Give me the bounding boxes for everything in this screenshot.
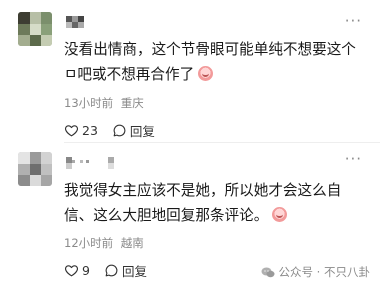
comment-actions: 23 回复 [64, 121, 155, 140]
comment-location: 重庆 [120, 96, 144, 110]
reply-icon [105, 264, 118, 277]
watermark: 公众号 · 不只八卦 [261, 264, 370, 280]
username-mosaic[interactable] [66, 16, 86, 28]
avatar[interactable] [18, 152, 52, 186]
heart-icon [65, 265, 78, 277]
reply-button[interactable]: 回复 [104, 261, 147, 280]
more-options-icon[interactable]: ··· [345, 152, 362, 167]
comment-location: 越南 [120, 236, 144, 250]
avatar[interactable] [18, 12, 52, 46]
laughing-emoji-icon [198, 66, 214, 81]
username-mosaic[interactable] [66, 157, 116, 169]
heart-icon [65, 125, 78, 137]
comment-text: 我觉得女主应该不是她，所以她才会这么自信、这么大胆地回复那条评论。 [64, 182, 342, 224]
reply-label: 回复 [129, 124, 155, 139]
comment-meta: 12小时前 越南 [64, 235, 144, 251]
like-count: 9 [82, 263, 90, 278]
wechat-icon [261, 267, 275, 277]
reply-icon [113, 124, 126, 137]
like-button[interactable]: 9 [64, 263, 90, 278]
comment-text: 没看出情商，这个节骨眼可能单纯不想要这个ㅁ吧或不想再合作了 [64, 41, 356, 83]
more-options-icon[interactable]: ··· [345, 14, 362, 29]
comment-item: ··· 我觉得女主应该不是她，所以她才会这么自信、这么大胆地回复那条评论。 12… [0, 144, 380, 284]
like-button[interactable]: 23 [64, 123, 98, 138]
comment-time: 13小时前 [64, 96, 114, 110]
reply-label: 回复 [121, 264, 147, 279]
laughing-emoji-icon [272, 207, 288, 222]
reply-button[interactable]: 回复 [112, 121, 155, 140]
comment-actions: 9 回复 [64, 261, 147, 280]
comment-meta: 13小时前 重庆 [64, 95, 144, 111]
watermark-text: 公众号 · 不只八卦 [278, 265, 370, 279]
comment-item: ··· 没看出情商，这个节骨眼可能单纯不想要这个ㅁ吧或不想再合作了 13小时前 … [0, 0, 380, 140]
comment-divider [64, 142, 380, 143]
like-count: 23 [82, 123, 98, 138]
comment-time: 12小时前 [64, 236, 114, 250]
